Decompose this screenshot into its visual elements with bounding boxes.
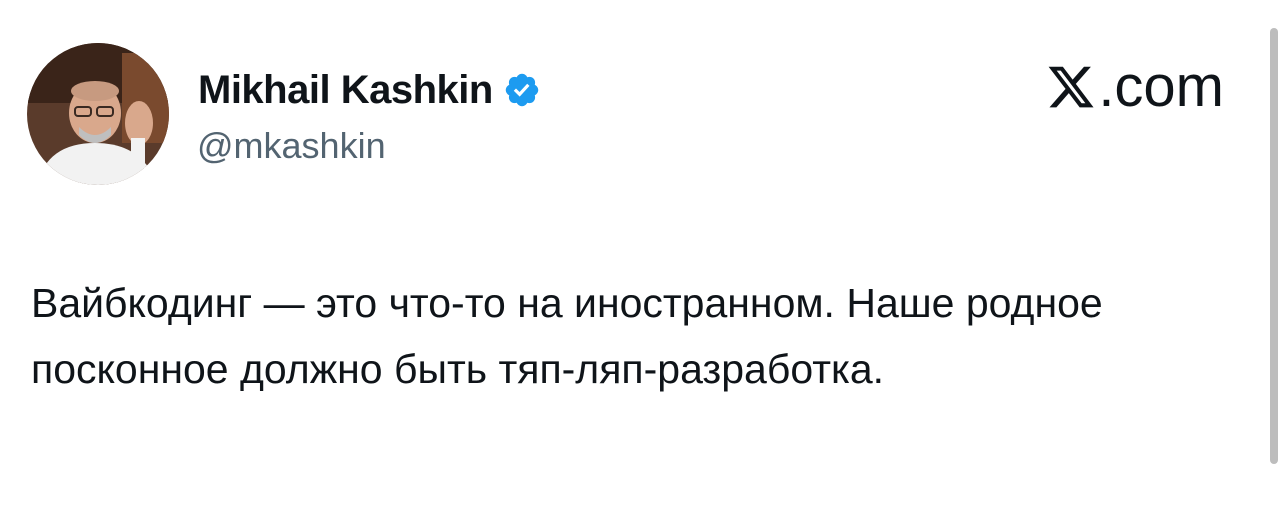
avatar-photo <box>27 43 169 185</box>
brand-domain-suffix: .com <box>1098 54 1224 119</box>
author-name-row: Mikhail Kashkin <box>198 66 541 114</box>
brand-logo: .com <box>1046 54 1224 120</box>
author-handle[interactable]: @mkashkin <box>197 124 386 168</box>
scrollbar[interactable] <box>1270 28 1278 464</box>
x-logo-icon <box>1046 62 1096 112</box>
verified-badge-icon <box>503 71 541 109</box>
tweet-text: Вайбкодинг — это что-то на иностранном. … <box>31 280 1103 392</box>
author-display-name[interactable]: Mikhail Kashkin <box>198 66 493 114</box>
avatar[interactable] <box>27 43 169 185</box>
